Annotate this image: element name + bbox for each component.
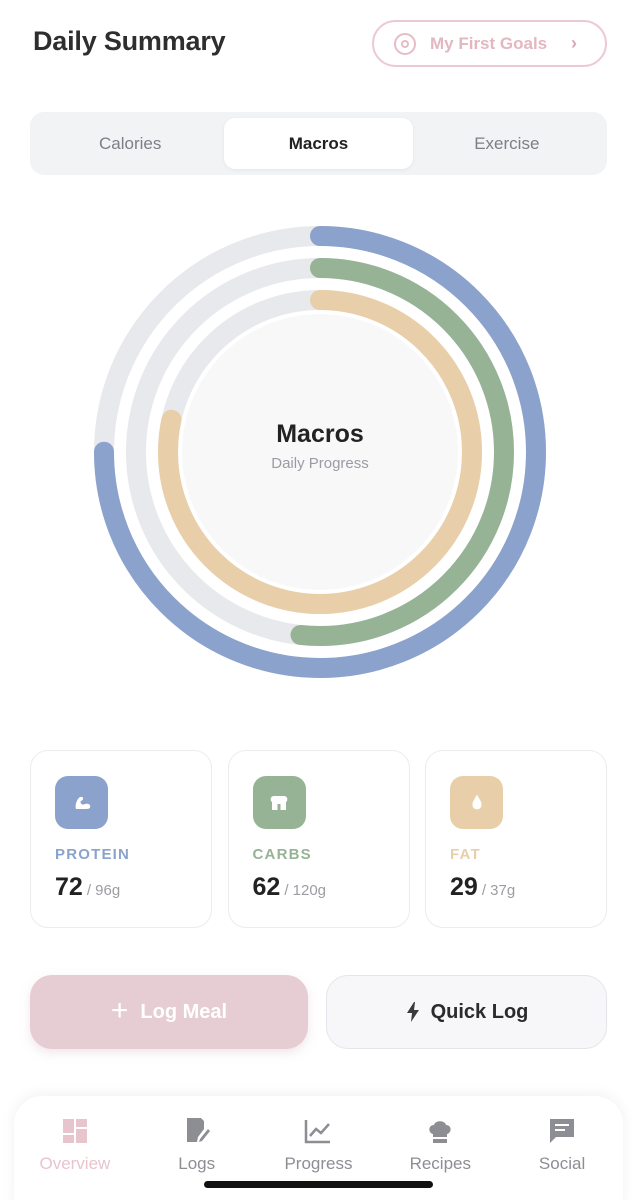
bicep-icon: [55, 776, 108, 829]
bolt-icon: [405, 1001, 421, 1023]
macro-label: PROTEIN: [55, 846, 131, 863]
ring-center: Macros Daily Progress: [88, 220, 552, 684]
macro-card-protein[interactable]: PROTEIN 72 / 96g: [30, 750, 212, 928]
ring-subtitle: Daily Progress: [271, 455, 369, 472]
ring-title: Macros: [276, 420, 364, 448]
segmented-control: Calories Macros Exercise: [30, 112, 607, 175]
dashboard-icon: [60, 1116, 90, 1146]
tab-exercise[interactable]: Exercise: [413, 118, 601, 169]
tab-label: Overview: [39, 1154, 111, 1173]
macro-amount: 72: [55, 873, 83, 901]
bread-icon: [252, 776, 306, 829]
droplet-icon: [450, 776, 503, 829]
tab-label: Social: [538, 1154, 586, 1173]
chat-icon: [547, 1116, 577, 1146]
macro-amount: 29: [450, 873, 478, 901]
quick-log-button[interactable]: Quick Log: [326, 975, 607, 1049]
macro-value: 72 / 96g: [55, 873, 187, 902]
macro-card-carbs[interactable]: CARBS 62 / 120g: [227, 750, 410, 928]
notebook-icon: [182, 1116, 212, 1146]
log-meal-label: Log Meal: [140, 1000, 228, 1023]
macro-goal: / 96g: [86, 882, 121, 899]
macro-card-fat[interactable]: FAT 29 / 37g: [425, 750, 607, 928]
macro-label: CARBS: [252, 846, 312, 863]
macro-goal: / 120g: [284, 882, 327, 899]
goals-label: My First Goals: [430, 33, 548, 53]
macro-value: 29 / 37g: [450, 873, 582, 902]
macro-value: 62 / 120g: [253, 873, 385, 902]
log-meal-button[interactable]: + Log Meal: [30, 975, 308, 1049]
macro-label: FAT: [450, 846, 481, 863]
page-title: Daily Summary: [33, 26, 226, 56]
macro-goal: / 37g: [481, 882, 516, 899]
plus-icon: +: [110, 993, 129, 1027]
chef-hat-icon: [425, 1116, 455, 1146]
tab-overview[interactable]: Overview: [14, 1116, 136, 1200]
target-icon: [394, 32, 416, 55]
tab-macros[interactable]: Macros: [224, 118, 413, 169]
my-goals-button[interactable]: My First Goals ›: [372, 20, 607, 67]
chevron-right-icon: ›: [571, 33, 577, 53]
actions: + Log Meal Quick Log: [30, 975, 607, 1049]
macro-amount: 62: [252, 873, 281, 901]
quick-log-label: Quick Log: [430, 1000, 529, 1023]
macro-cards: PROTEIN 72 / 96g CARBS 62 / 120g FAT 29 …: [30, 750, 607, 928]
tab-label: Progress: [284, 1154, 353, 1173]
header: Daily Summary My First Goals ›: [0, 0, 637, 90]
home-indicator: [204, 1181, 433, 1188]
chart-icon: [303, 1116, 333, 1146]
tab-social[interactable]: Social: [501, 1116, 623, 1200]
tab-label: Logs: [178, 1154, 216, 1173]
macro-rings: Macros Daily Progress: [88, 220, 552, 684]
tab-label: Recipes: [409, 1154, 471, 1173]
tab-calories[interactable]: Calories: [36, 118, 224, 169]
